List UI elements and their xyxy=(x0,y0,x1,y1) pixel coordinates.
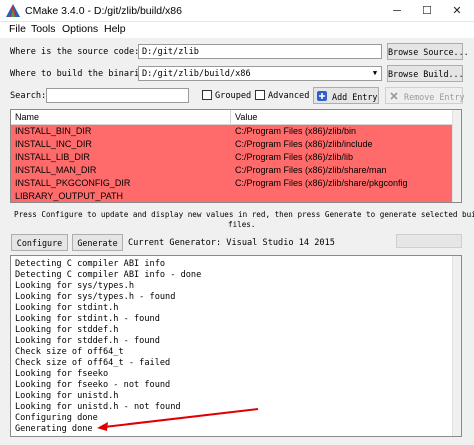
log-line: Looking for stddef.h - found xyxy=(15,336,160,346)
log-line: Looking for unistd.h - not found xyxy=(15,402,181,412)
log-line: Generating done xyxy=(15,424,93,434)
remove-icon xyxy=(390,92,398,100)
log-line: Check size of off64_t - failed xyxy=(15,358,171,368)
row-value: C:/Program Files (x86)/zlib/share/man xyxy=(235,165,387,175)
menu-tools[interactable]: Tools xyxy=(31,23,56,35)
log-line: Looking for stdint.h - found xyxy=(15,314,160,324)
close-button[interactable]: ✕ xyxy=(442,0,472,22)
log-line: Looking for unistd.h xyxy=(15,391,119,401)
log-line: Detecting C compiler ABI info xyxy=(15,259,166,269)
hint-text-line2: files. xyxy=(228,220,256,229)
log-line: Looking for stddef.h xyxy=(15,325,119,335)
log-line: Looking for stdint.h xyxy=(15,303,119,313)
cmake-logo-icon xyxy=(6,4,20,17)
table-row[interactable]: INSTALL_INC_DIR C:/Program Files (x86)/z… xyxy=(11,138,453,151)
grouped-checkbox[interactable] xyxy=(202,90,212,100)
table-row[interactable]: INSTALL_PKGCONFIG_DIR C:/Program Files (… xyxy=(11,177,453,190)
configure-button[interactable]: Configure xyxy=(11,234,68,251)
row-value: C:/Program Files (x86)/zlib/bin xyxy=(235,126,357,136)
row-name: LIBRARY_OUTPUT_PATH xyxy=(15,191,124,201)
minimize-button[interactable]: ─ xyxy=(382,0,412,22)
table-row[interactable]: LIBRARY_OUTPUT_PATH xyxy=(11,190,453,202)
add-entry-button[interactable]: Add Entry xyxy=(313,87,379,104)
log-line: Detecting C compiler ABI info - done xyxy=(15,270,202,280)
table-row[interactable]: INSTALL_LIB_DIR C:/Program Files (x86)/z… xyxy=(11,151,453,164)
build-path-combobox[interactable]: D:/git/zlib/build/x86 ▼ xyxy=(138,66,382,81)
chevron-down-icon[interactable]: ▼ xyxy=(369,67,381,80)
generate-button[interactable]: Generate xyxy=(72,234,123,251)
table-row[interactable]: INSTALL_BIN_DIR C:/Program Files (x86)/z… xyxy=(11,125,453,138)
cache-variables-table[interactable]: Name Value INSTALL_BIN_DIR C:/Program Fi… xyxy=(10,109,462,203)
table-row[interactable]: INSTALL_MAN_DIR C:/Program Files (x86)/z… xyxy=(11,164,453,177)
log-line: Looking for fseeko xyxy=(15,369,109,379)
progress-bar xyxy=(396,234,462,248)
log-line: Looking for sys/types.h - found xyxy=(15,292,176,302)
menu-file[interactable]: File xyxy=(9,23,26,35)
plus-icon xyxy=(317,91,327,101)
source-path-input[interactable]: D:/git/zlib xyxy=(138,44,382,59)
log-line: Check size of off64_t xyxy=(15,347,124,357)
row-name: INSTALL_BIN_DIR xyxy=(15,126,92,136)
output-log[interactable]: Detecting C compiler ABI info Detecting … xyxy=(10,255,462,437)
grouped-label: Grouped xyxy=(215,91,252,101)
row-value: C:/Program Files (x86)/zlib/share/pkgcon… xyxy=(235,178,408,188)
window-title: CMake 3.4.0 - D:/git/zlib/build/x86 xyxy=(25,5,182,17)
row-value: C:/Program Files (x86)/zlib/lib xyxy=(235,152,354,162)
search-label: Search: xyxy=(10,91,47,101)
build-path-value: D:/git/zlib/build/x86 xyxy=(142,69,251,79)
remove-entry-label: Remove Entry xyxy=(404,92,465,102)
menu-bar: File Tools Options Help xyxy=(0,22,474,38)
row-name: INSTALL_MAN_DIR xyxy=(15,165,97,175)
browse-build-button[interactable]: Browse Build... xyxy=(387,65,464,82)
add-entry-label: Add Entry xyxy=(332,92,378,102)
browse-source-button[interactable]: Browse Source... xyxy=(387,43,469,60)
log-line: Configuring done xyxy=(15,413,98,423)
hint-text-line1: Press Configure to update and display ne… xyxy=(14,210,474,219)
column-header-value[interactable]: Value xyxy=(231,110,453,125)
build-label: Where to build the binaries: xyxy=(10,69,155,79)
search-input[interactable] xyxy=(46,88,189,103)
row-name: INSTALL_LIB_DIR xyxy=(15,152,90,162)
advanced-checkbox[interactable] xyxy=(255,90,265,100)
log-line: Looking for sys/types.h xyxy=(15,281,134,291)
source-label: Where is the source code: xyxy=(10,47,140,57)
current-generator-label: Current Generator: Visual Studio 14 2015 xyxy=(128,238,335,248)
table-header: Name Value xyxy=(11,110,453,125)
advanced-label: Advanced xyxy=(268,91,310,101)
log-line: Looking for fseeko - not found xyxy=(15,380,171,390)
log-scrollbar[interactable] xyxy=(452,256,461,436)
title-bar: CMake 3.4.0 - D:/git/zlib/build/x86 ─ ☐ … xyxy=(0,0,474,22)
column-header-name[interactable]: Name xyxy=(11,110,231,125)
row-name: INSTALL_INC_DIR xyxy=(15,139,92,149)
maximize-button[interactable]: ☐ xyxy=(412,0,442,22)
remove-entry-button[interactable]: Remove Entry xyxy=(385,87,465,104)
menu-options[interactable]: Options xyxy=(62,23,98,35)
row-value: C:/Program Files (x86)/zlib/include xyxy=(235,139,373,149)
row-name: INSTALL_PKGCONFIG_DIR xyxy=(15,178,131,188)
menu-help[interactable]: Help xyxy=(104,23,126,35)
table-scrollbar[interactable] xyxy=(452,110,461,202)
